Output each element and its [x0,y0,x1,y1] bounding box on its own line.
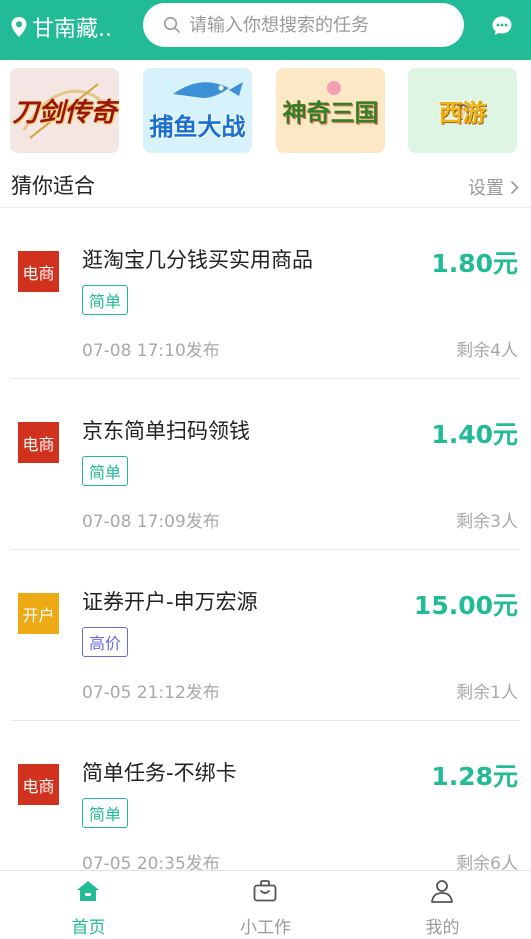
tab-home[interactable]: 首页 [0,871,177,939]
location-selector[interactable]: 甘南藏.. [10,12,112,42]
task-title: 证券开户-申万宏源 [82,590,258,614]
task-title: 京东简单扫码领钱 [82,419,250,443]
task-title: 逛淘宝几分钱买实用商品 [82,248,313,272]
task-price: 1.80元 [431,249,518,278]
game-banner-1[interactable]: 刀剑传奇 [10,68,119,153]
task-price: 1.28元 [431,762,518,791]
bottom-tab-bar: 首页 小工作 我的 [0,870,531,938]
section-title: 猜你适合 [11,174,95,198]
tab-work-label: 小工作 [240,918,291,938]
difficulty-tag: 简单 [82,798,129,828]
game-banner-3[interactable]: 神奇三国 [276,68,385,153]
briefcase-icon [253,880,277,902]
chevron-right-icon [510,180,519,194]
location-pin-icon [11,17,27,37]
task-title: 简单任务-不绑卡 [82,761,237,785]
remaining-count: 剩余6人 [456,854,518,870]
difficulty-tag: 简单 [82,285,129,315]
search-icon [163,16,180,33]
category-badge: 电商 [18,764,59,805]
remaining-count: 剩余3人 [456,512,518,532]
user-icon [431,880,453,903]
task-list: 电商 逛淘宝几分钱买实用商品 简单 1.80元 07-08 17:10发布 剩余… [0,208,531,870]
tab-home-label: 首页 [71,918,106,938]
game-banner-4-title: 西游 [438,98,487,127]
publish-time: 07-05 21:12发布 [82,683,220,703]
game-banner-row: 刀剑传奇 捕鱼大战 神奇三国 西游 [0,60,531,158]
message-icon[interactable] [490,14,514,38]
task-item[interactable]: 电商 京东简单扫码领钱 简单 1.40元 07-08 17:09发布 剩余3人 [0,379,531,550]
task-item[interactable]: 电商 逛淘宝几分钱买实用商品 简单 1.80元 07-08 17:10发布 剩余… [0,208,531,379]
category-badge: 开户 [18,593,59,634]
task-item[interactable]: 开户 证券开户-申万宏源 高价 15.00元 07-05 21:12发布 剩余1… [0,550,531,721]
category-badge: 电商 [18,251,59,292]
game-banner-4[interactable]: 西游 [408,68,517,153]
tab-mine-label: 我的 [425,918,460,938]
game-banner-2[interactable]: 捕鱼大战 [143,68,252,153]
game-banner-3-title: 神奇三国 [282,98,379,127]
publish-time: 07-08 17:09发布 [82,512,220,532]
remaining-count: 剩余1人 [456,683,518,703]
top-bar: 甘南藏.. [0,0,531,60]
category-badge: 电商 [18,422,59,463]
search-bar[interactable] [143,3,464,47]
location-label: 甘南藏.. [32,17,112,42]
settings-link[interactable]: 设置 [468,174,519,200]
price-level-tag: 高价 [82,627,129,657]
game-banner-2-title: 捕鱼大战 [149,112,246,141]
task-price: 1.40元 [431,420,518,449]
task-price: 15.00元 [413,591,518,620]
game-banner-1-title: 刀剑传奇 [12,98,117,128]
settings-label: 设置 [468,178,504,199]
remaining-count: 剩余4人 [456,341,518,361]
task-item[interactable]: 电商 简单任务-不绑卡 简单 1.28元 07-05 20:35发布 剩余6人 [0,721,531,870]
recommend-section-header: 猜你适合 设置 [0,160,531,208]
tab-mine[interactable]: 我的 [354,871,531,939]
search-input[interactable] [187,13,461,37]
publish-time: 07-08 17:10发布 [82,341,220,361]
difficulty-tag: 简单 [82,456,129,486]
publish-time: 07-05 20:35发布 [82,854,220,870]
tab-work[interactable]: 小工作 [177,871,354,939]
home-icon [77,881,99,901]
